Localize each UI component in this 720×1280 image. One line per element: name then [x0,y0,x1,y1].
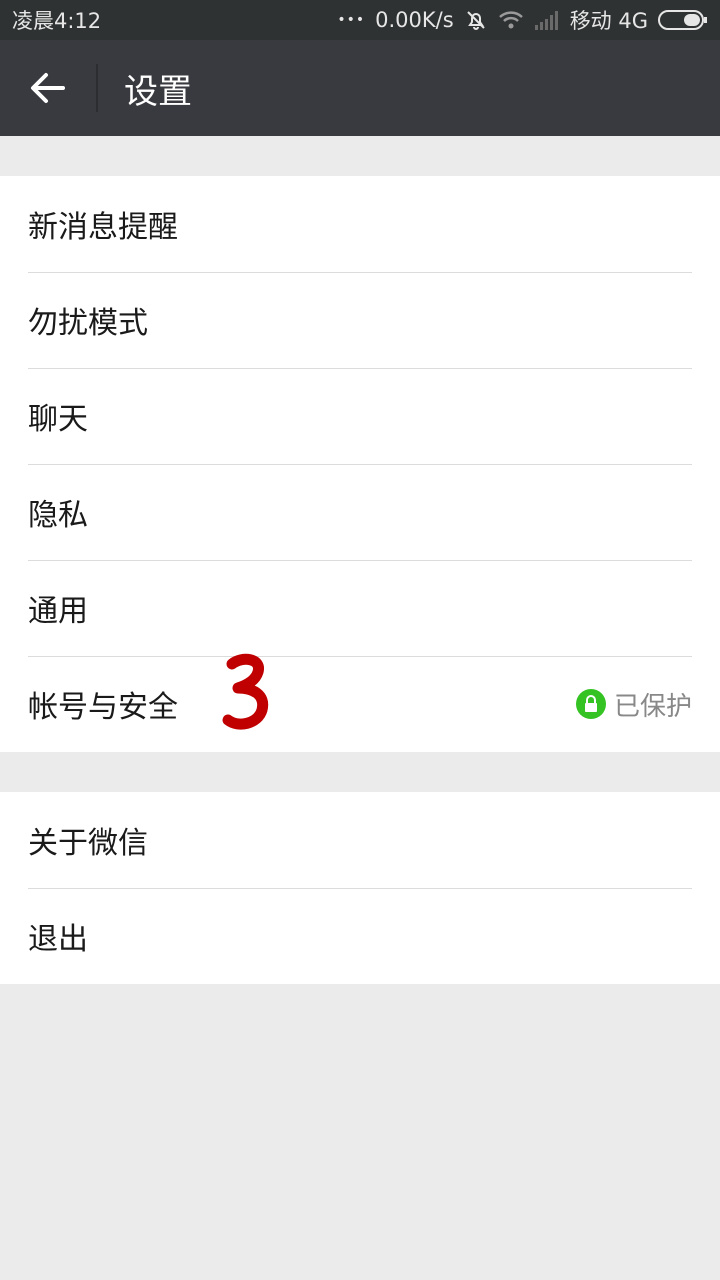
settings-item-privacy[interactable]: 隐私 [0,464,720,560]
title-divider [96,64,98,112]
settings-item-logout[interactable]: 退出 [0,888,720,984]
settings-item-chat[interactable]: 聊天 [0,368,720,464]
settings-item-label: 通用 [28,594,88,629]
settings-item-label: 聊天 [28,402,88,437]
battery-icon [658,9,708,31]
carrier-label: 移动 4G [569,9,648,33]
settings-item-do-not-disturb[interactable]: 勿扰模式 [0,272,720,368]
settings-item-label: 隐私 [28,498,88,533]
status-icons: ••• 0.00K/s 移动 4G [337,5,708,35]
signal-icon [534,9,560,31]
status-bar: 凌晨4:12 ••• 0.00K/s 移动 4G [0,0,720,40]
settings-item-about[interactable]: 关于微信 [0,792,720,888]
settings-item-notifications[interactable]: 新消息提醒 [0,176,720,272]
settings-item-account-security[interactable]: 帐号与安全 已保护 [0,656,720,752]
settings-item-label: 退出 [28,922,88,957]
settings-item-label: 帐号与安全 [28,690,178,725]
alarm-off-icon [464,8,488,32]
lock-icon [575,689,606,719]
network-speed: 0.00K/s [375,8,454,32]
back-button[interactable] [0,40,96,136]
settings-item-label: 勿扰模式 [28,306,148,341]
settings-item-label: 新消息提醒 [28,210,178,245]
wifi-icon [498,9,524,31]
protection-status-text: 已保护 [613,691,692,722]
page-title: 设置 [124,71,192,112]
settings-item-general[interactable]: 通用 [0,560,720,656]
settings-group-main: 新消息提醒 勿扰模式 聊天 隐私 通用 帐号与安全 已保护 [0,176,720,752]
arrow-left-icon [31,73,65,103]
settings-group-secondary: 关于微信 退出 [0,792,720,984]
protection-status: 已保护 [575,686,692,723]
settings-item-label: 关于微信 [28,826,148,861]
handwritten-annotation-3 [218,650,274,738]
title-bar: 设置 [0,40,720,136]
more-dots: ••• [337,12,366,28]
status-time: 凌晨4:12 [12,9,102,33]
